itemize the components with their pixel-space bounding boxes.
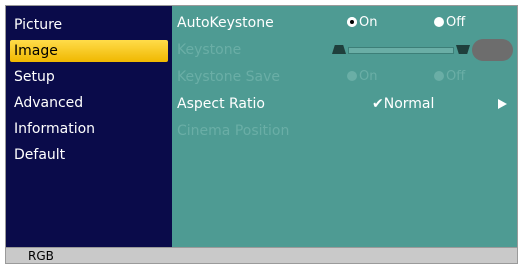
auto-keystone-on-label: On [359,15,378,30]
auto-keystone-on-radio[interactable]: On [347,11,377,35]
keystone-save-on-label: On [359,69,378,84]
keystone-save-on-radio[interactable]: On [347,65,377,89]
menu-item-picture[interactable]: Picture [10,14,168,36]
keystone-slider[interactable] [348,47,454,54]
auto-keystone-off-radio[interactable]: Off [434,11,465,35]
input-source-label: RGB [28,249,54,263]
keystone-save-off-radio[interactable]: Off [434,65,465,89]
radio-disabled-icon [434,71,444,81]
auto-keystone-row: AutoKeystone On Off [172,11,517,35]
status-bar: RGB [6,247,517,263]
projector-osd-menu: Picture Image Setup Advanced Information… [5,5,518,264]
main-menu: Picture Image Setup Advanced Information… [6,6,172,247]
keystone-wide-icon [456,45,470,54]
radio-disabled-icon [347,71,357,81]
radio-unselected-icon [434,17,444,27]
menu-item-image[interactable]: Image [10,40,168,62]
keystone-save-off-label: Off [446,69,466,84]
keystone-row: Keystone [172,38,517,62]
aspect-ratio-label: Aspect Ratio [177,96,265,112]
aspect-ratio-row[interactable]: Aspect Ratio ✔Normal [172,92,517,116]
keystone-save-label: Keystone Save [177,69,281,85]
aspect-ratio-value: ✔Normal [372,96,435,112]
cinema-position-row: Cinema Position [172,119,517,143]
keystone-value-indicator [472,39,513,61]
submenu-arrow-icon[interactable] [498,99,507,109]
menu-item-default[interactable]: Default [10,144,168,166]
menu-item-information[interactable]: Information [10,118,168,140]
auto-keystone-off-label: Off [446,15,466,30]
submenu-panel: AutoKeystone On Off Keystone Keystone Sa… [172,6,517,247]
auto-keystone-label: AutoKeystone [177,15,274,31]
cinema-position-label: Cinema Position [177,123,290,139]
keystone-save-row: Keystone Save On Off [172,65,517,89]
keystone-narrow-icon [332,45,346,54]
menu-item-setup[interactable]: Setup [10,66,168,88]
radio-selected-icon [347,17,357,27]
keystone-label: Keystone [177,42,242,58]
menu-item-advanced[interactable]: Advanced [10,92,168,114]
